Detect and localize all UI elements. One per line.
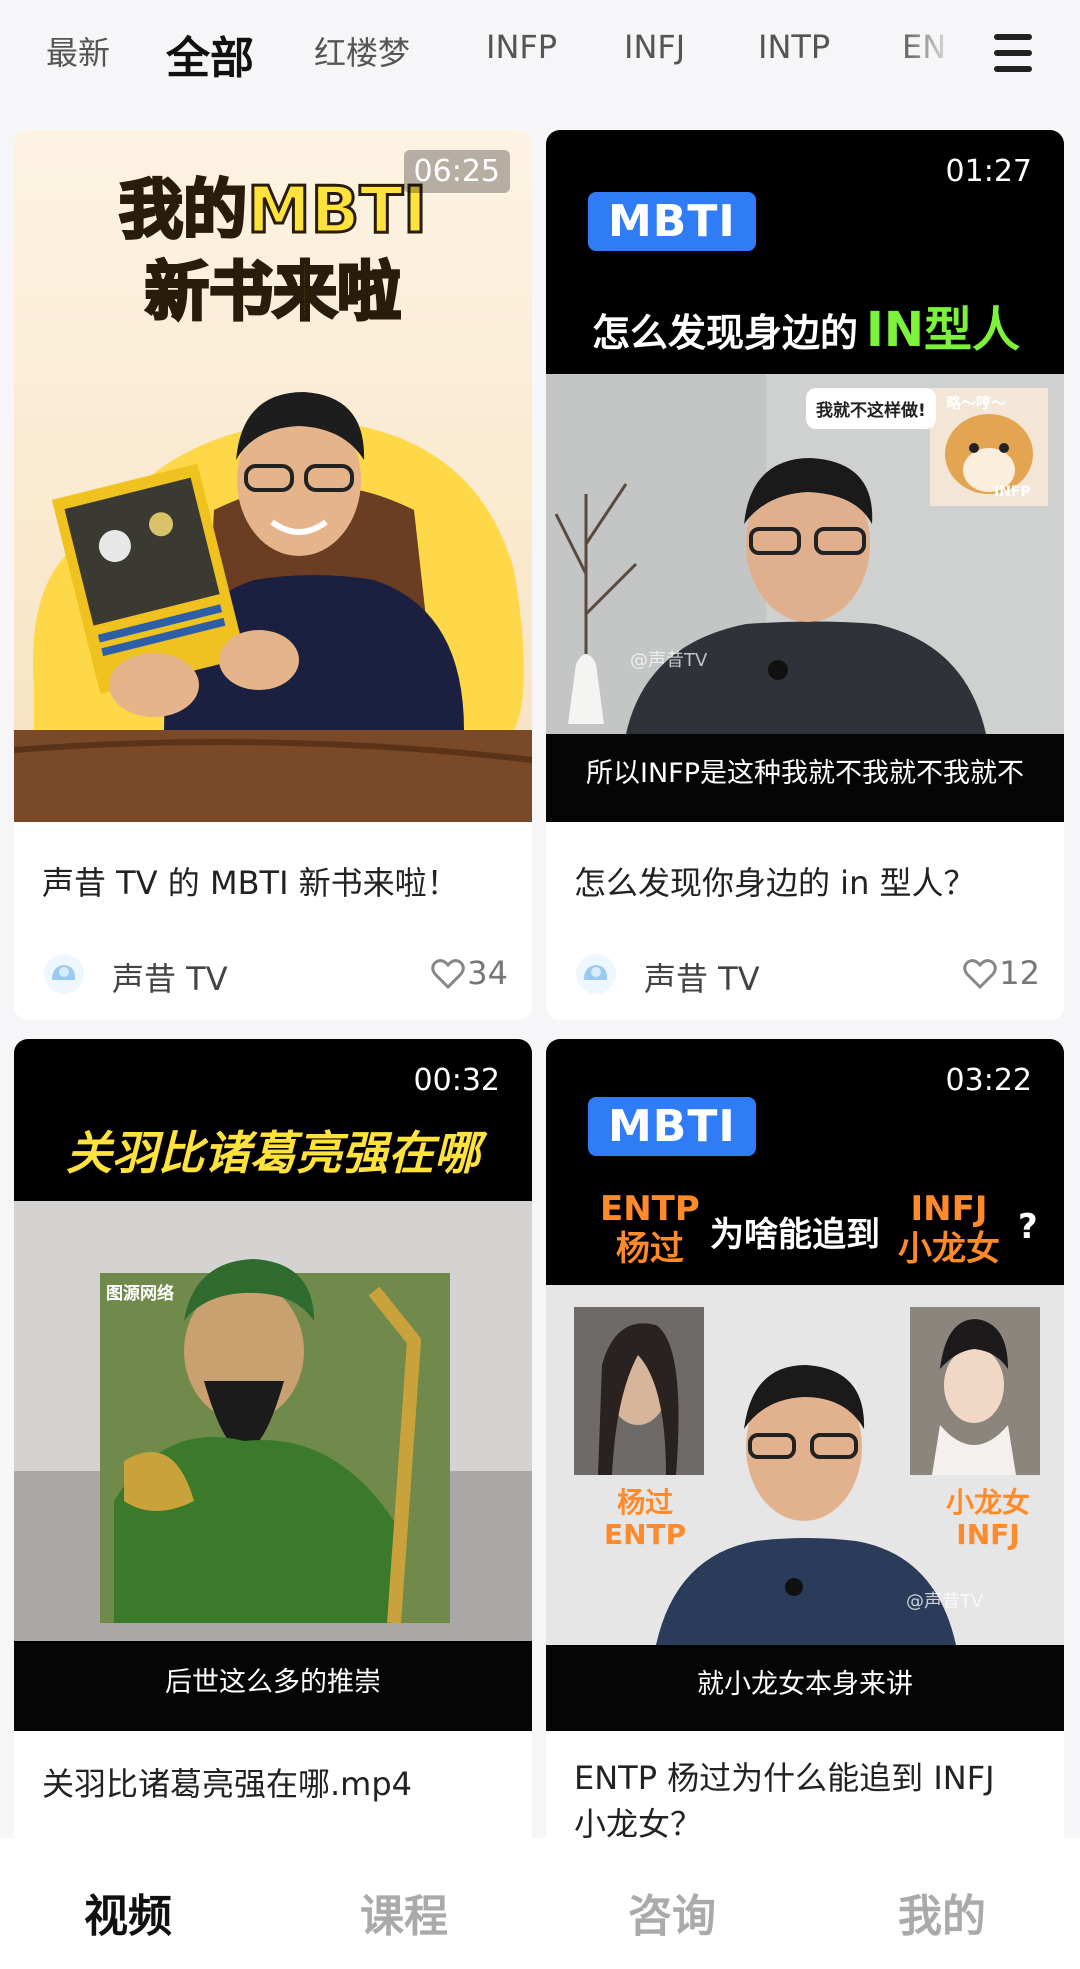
like-count: 12	[999, 954, 1040, 992]
thumb-left-top: ENTP	[600, 1189, 700, 1229]
thumb-heading: 我的MBTI 新书来啦	[14, 170, 532, 334]
video-card-4[interactable]: MBTI ENTP 杨过 为啥能追到 INFJ 小龙女 ? 杨过 ENTP 小龙…	[546, 1039, 1064, 1869]
category-tab-bar: 最新 全部 红楼梦 INFP INFJ INTP EN	[0, 0, 1080, 112]
video-subtitle: 所以INFP是这种我就不我就不我就不	[546, 734, 1064, 822]
author-name[interactable]: 声昔 TV	[644, 954, 760, 1000]
tab-all-label: 全部	[166, 33, 254, 84]
video-duration: 00:32	[413, 1063, 500, 1098]
video-duration: 03:22	[945, 1063, 1032, 1098]
video-thumbnail-2[interactable]: MBTI 怎么发现身边的IN型人 我就不这样做! 略～哼～ INFP @声昔T	[546, 130, 1064, 822]
sticker-caption-bottom: INFP	[994, 484, 1031, 500]
thumb-heading-line2: 新书来啦	[144, 255, 403, 332]
thumb-left-label: ENTP 杨过	[600, 1189, 700, 1269]
like-button[interactable]: 34	[431, 954, 508, 992]
video-card-1[interactable]: 我的MBTI 新书来啦 06:25 声昔 TV 的 MBTI 新书来啦！ 声昔 …	[14, 130, 532, 1020]
video-subtitle: 后世这么多的推崇	[14, 1643, 532, 1731]
video-duration: 06:25	[403, 150, 510, 193]
speech-bubble: 我就不这样做!	[806, 388, 936, 429]
mbti-tag: MBTI	[588, 1097, 756, 1156]
tab-latest[interactable]: 最新	[46, 28, 110, 74]
video-meta: 声昔 TV 34	[42, 946, 508, 1002]
thumb-heading-white: 怎么发现身边的	[592, 311, 859, 355]
like-count: 34	[467, 954, 508, 992]
mbti-tag: MBTI	[588, 192, 756, 251]
heart-icon	[431, 959, 466, 990]
thumb-middle-label: 为啥能追到	[710, 1215, 880, 1255]
portrait-caption-right-1: 小龙女	[946, 1486, 1031, 1519]
nav-courses[interactable]: 课程	[360, 1880, 448, 1944]
nav-me[interactable]: 我的	[898, 1880, 986, 1944]
guanyu-painting	[14, 1201, 532, 1641]
nav-video-label: 视频	[84, 1891, 172, 1942]
portrait-caption-left-1: 杨过	[617, 1486, 674, 1519]
video-subtitle: 就小龙女本身来讲	[546, 1647, 1064, 1731]
video-card-3[interactable]: 关羽比诸葛亮强在哪 图源网络 后世这么多的推崇 00:32 关羽比诸葛亮强在哪.…	[14, 1039, 532, 1869]
heart-icon	[963, 959, 998, 990]
video-card-2[interactable]: MBTI 怎么发现身边的IN型人 我就不这样做! 略～哼～ INFP @声昔T	[546, 130, 1064, 1020]
video-title[interactable]: ENTP 杨过为什么能追到 INFJ 小龙女？	[574, 1755, 1036, 1847]
thumb-right-label: INFJ 小龙女	[898, 1189, 1000, 1269]
like-button[interactable]: 12	[963, 954, 1040, 992]
video-thumbnail-4[interactable]: MBTI ENTP 杨过 为啥能追到 INFJ 小龙女 ? 杨过 ENTP 小龙…	[546, 1039, 1064, 1731]
menu-icon[interactable]	[990, 30, 1036, 76]
thumb-left-bottom: 杨过	[615, 1229, 684, 1269]
video-duration: 01:27	[945, 154, 1032, 189]
portrait-caption-left: 杨过 ENTP	[604, 1487, 686, 1551]
tab-overflow-fade	[900, 0, 980, 112]
presenter-scene	[546, 374, 1064, 734]
thumb-heading-green: IN型人	[866, 302, 1021, 358]
author-name[interactable]: 声昔 TV	[112, 954, 228, 1000]
video-meta: 声昔 TV 12	[574, 946, 1040, 1002]
portrait-caption-right-2: INFJ	[956, 1518, 1020, 1551]
portrait-caption-left-2: ENTP	[604, 1518, 687, 1551]
presenter-scene	[546, 1285, 1064, 1645]
nav-consult[interactable]: 咨询	[628, 1880, 716, 1944]
thumb-right-top: INFJ	[910, 1189, 988, 1229]
bottom-navigation: 视频 课程 咨询 我的	[0, 1838, 1080, 1969]
thumb-question-mark: ?	[1018, 1207, 1038, 1247]
thumb-heading: 关羽比诸葛亮强在哪	[66, 1126, 480, 1180]
author-avatar[interactable]	[42, 952, 86, 996]
sticker-caption-top: 略～哼～	[946, 394, 1007, 412]
thumb-heading: 怎么发现身边的 IN型人	[592, 290, 1020, 360]
tab-infj[interactable]: INFJ	[624, 28, 685, 66]
tab-intp[interactable]: INTP	[758, 28, 830, 66]
video-thumbnail-3[interactable]: 关羽比诸葛亮强在哪 图源网络 后世这么多的推崇 00:32	[14, 1039, 532, 1731]
watermark: @声昔TV	[630, 650, 708, 671]
portrait-caption-right: 小龙女 INFJ	[946, 1487, 1030, 1551]
tab-hongloumeng[interactable]: 红楼梦	[314, 28, 410, 74]
video-title[interactable]: 关羽比诸葛亮强在哪.mp4	[42, 1761, 504, 1807]
video-thumbnail-1[interactable]: 我的MBTI 新书来啦 06:25	[14, 130, 532, 822]
video-title[interactable]: 声昔 TV 的 MBTI 新书来啦！	[42, 860, 504, 906]
thumb-right-bottom: 小龙女	[898, 1229, 1000, 1269]
image-source-label: 图源网络	[106, 1284, 174, 1304]
tab-infp[interactable]: INFP	[486, 28, 557, 66]
author-avatar[interactable]	[574, 952, 618, 996]
tab-all[interactable]: 全部	[160, 22, 260, 96]
video-title[interactable]: 怎么发现你身边的 in 型人？	[574, 860, 1036, 906]
nav-video[interactable]: 视频	[84, 1880, 176, 1950]
watermark: @声昔TV	[906, 1591, 984, 1612]
